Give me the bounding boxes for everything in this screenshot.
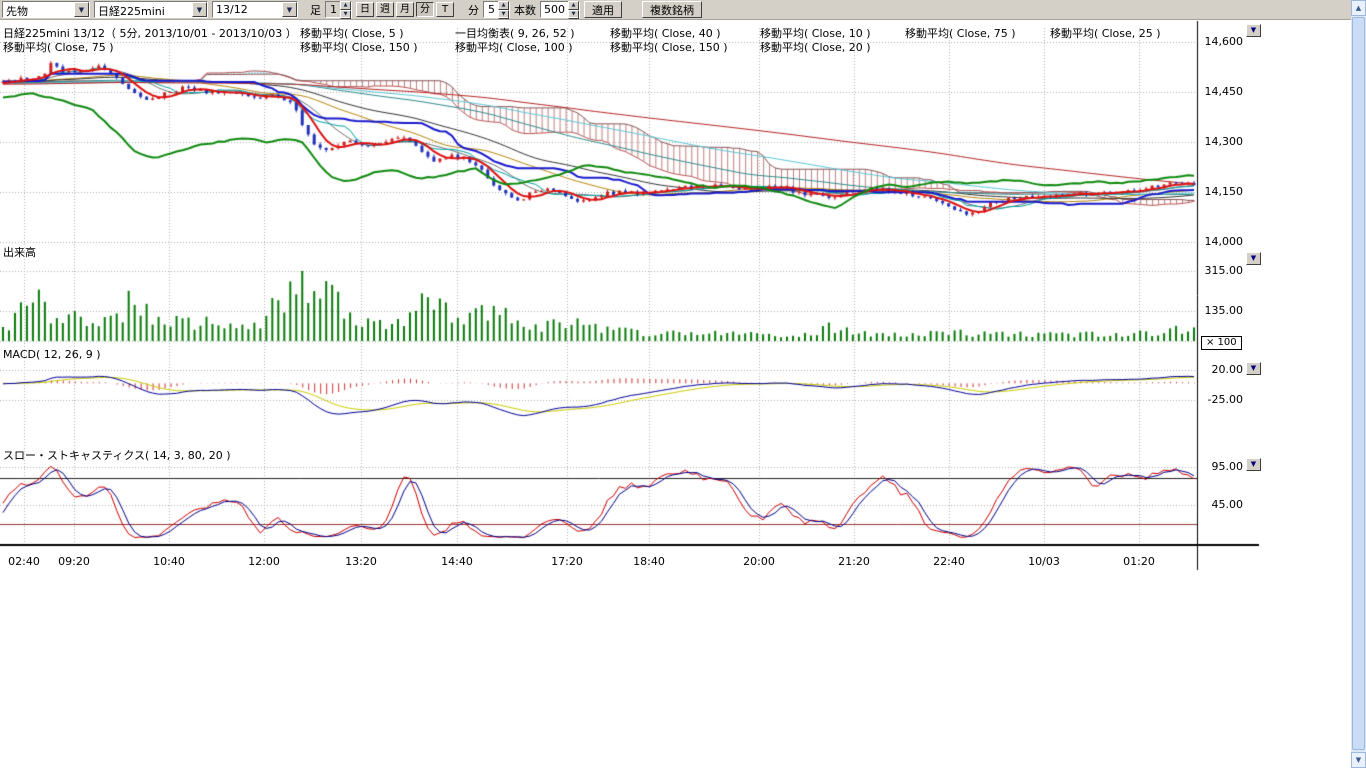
scrollbar-thumb[interactable] — [1352, 17, 1365, 750]
time-axis-label: 13:20 — [339, 555, 383, 568]
legend-item: 移動平均( Close, 20 ) — [760, 39, 871, 55]
bar-interval-value: 1 — [326, 2, 340, 17]
contract-month-select[interactable]: 13/12 ▼ — [212, 1, 298, 18]
price-axis-label: 14,300 — [1199, 135, 1243, 148]
stepper-down-icon[interactable]: ▼ — [340, 10, 351, 19]
stepper-up-icon[interactable]: ▲ — [340, 1, 351, 10]
volume-axis-label: 315.00 — [1199, 264, 1243, 277]
stepper-down-icon[interactable]: ▼ — [498, 10, 509, 19]
chart-canvas[interactable] — [0, 0, 1366, 768]
macd-pane-menu-button[interactable]: ▼ — [1246, 362, 1261, 375]
time-axis-label: 21:20 — [832, 555, 876, 568]
bar-count-value: 500 — [541, 2, 568, 17]
instrument-category-value: 先物 — [3, 2, 74, 17]
time-axis-label: 14:40 — [435, 555, 479, 568]
apply-button[interactable]: 適用 — [584, 1, 622, 18]
chart-application-window: 先物 ▼ 日経225mini ▼ 13/12 ▼ 足 1 ▲▼ 日週月分T 分 … — [0, 0, 1366, 768]
stepper-down-icon[interactable]: ▼ — [568, 10, 579, 19]
time-axis-label: 17:20 — [545, 555, 589, 568]
macd-axis-label: 20.00 — [1199, 363, 1243, 376]
period-button-group: 日週月分T — [356, 2, 454, 17]
price-pane-menu-button[interactable]: ▼ — [1246, 24, 1261, 37]
time-axis-label: 09:20 — [52, 555, 96, 568]
bar-type-label: 足 — [310, 2, 321, 18]
stepper-arrows[interactable]: ▲▼ — [568, 2, 579, 17]
legend-item: 移動平均( Close, 25 ) — [1050, 25, 1161, 41]
volume-pane-menu-button[interactable]: ▼ — [1246, 252, 1261, 265]
time-axis-label: 10/03 — [1022, 555, 1066, 568]
time-axis-label: 12:00 — [242, 555, 286, 568]
stoch-axis-label: 45.00 — [1199, 498, 1243, 511]
instrument-category-select[interactable]: 先物 ▼ — [2, 1, 90, 18]
period-button-2[interactable]: 月 — [396, 2, 414, 17]
minute-stepper[interactable]: 5 ▲▼ — [483, 1, 510, 18]
time-axis-label: 02:40 — [2, 555, 46, 568]
price-axis-label: 14,150 — [1199, 185, 1243, 198]
period-button-1[interactable]: 週 — [376, 2, 394, 17]
stoch-pane-menu-button[interactable]: ▼ — [1246, 458, 1261, 471]
time-axis-label: 01:20 — [1117, 555, 1161, 568]
symbol-value: 日経225mini — [95, 2, 192, 17]
scroll-down-icon[interactable]: ▼ — [1351, 752, 1366, 768]
period-button-3[interactable]: 分 — [416, 2, 434, 17]
price-axis-label: 14,600 — [1199, 35, 1243, 48]
time-axis-label: 10:40 — [147, 555, 191, 568]
stepper-arrows[interactable]: ▲▼ — [498, 2, 509, 17]
stoch-pane-label: スロー・ストキャスティクス( 14, 3, 80, 20 ) — [3, 447, 231, 463]
contract-month-value: 13/12 — [213, 2, 282, 17]
legend-item: 移動平均( Close, 75 ) — [905, 25, 1016, 41]
bar-count-label: 本数 — [514, 2, 536, 18]
minute-label: 分 — [468, 2, 479, 18]
price-axis-label: 14,000 — [1199, 235, 1243, 248]
bar-interval-stepper[interactable]: 1 ▲▼ — [325, 1, 352, 18]
legend-item: 移動平均( Close, 100 ) — [455, 39, 573, 55]
volume-multiplier-badge: × 100 — [1201, 336, 1242, 350]
multi-symbol-button[interactable]: 複数銘柄 — [642, 1, 702, 18]
minute-value: 5 — [484, 2, 498, 17]
period-button-4[interactable]: T — [436, 2, 454, 17]
macd-pane-label: MACD( 12, 26, 9 ) — [3, 348, 101, 361]
chevron-down-icon[interactable]: ▼ — [192, 2, 207, 17]
macd-axis-label: -25.00 — [1199, 393, 1243, 406]
volume-axis-label: 135.00 — [1199, 304, 1243, 317]
scroll-up-icon[interactable]: ▲ — [1351, 0, 1366, 16]
stepper-up-icon[interactable]: ▲ — [498, 1, 509, 10]
stepper-up-icon[interactable]: ▲ — [568, 1, 579, 10]
period-button-0[interactable]: 日 — [356, 2, 374, 17]
legend-item: 移動平均( Close, 150 ) — [300, 39, 418, 55]
chevron-down-icon[interactable]: ▼ — [282, 2, 297, 17]
bar-count-stepper[interactable]: 500 ▲▼ — [540, 1, 580, 18]
vertical-scrollbar[interactable]: ▲ ▼ — [1351, 0, 1366, 768]
chevron-down-icon[interactable]: ▼ — [74, 2, 89, 17]
legend-item: 移動平均( Close, 75 ) — [3, 39, 114, 55]
legend-item: 移動平均( Close, 150 ) — [610, 39, 728, 55]
symbol-select[interactable]: 日経225mini ▼ — [94, 1, 208, 18]
stoch-axis-label: 95.00 — [1199, 460, 1243, 473]
toolbar: 先物 ▼ 日経225mini ▼ 13/12 ▼ 足 1 ▲▼ 日週月分T 分 … — [0, 0, 1351, 20]
time-axis-label: 20:00 — [737, 555, 781, 568]
time-axis-label: 18:40 — [627, 555, 671, 568]
volume-pane-label: 出来高 — [3, 244, 36, 260]
time-axis-label: 22:40 — [927, 555, 971, 568]
price-axis-label: 14,450 — [1199, 85, 1243, 98]
stepper-arrows[interactable]: ▲▼ — [340, 2, 351, 17]
